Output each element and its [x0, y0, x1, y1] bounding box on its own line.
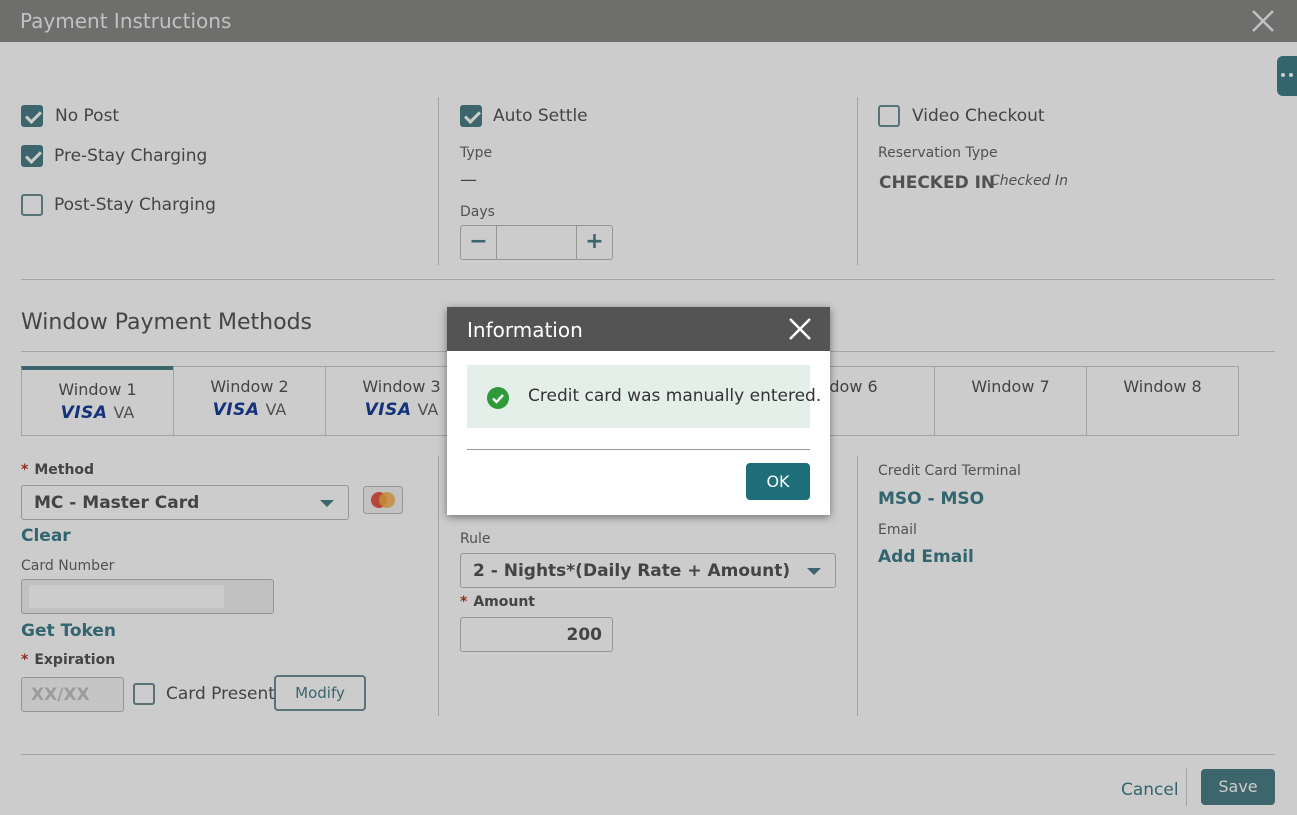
message-text: Credit card was manually entered.: [528, 386, 822, 406]
close-icon[interactable]: [788, 317, 812, 341]
ok-button[interactable]: OK: [746, 463, 810, 500]
check-circle-icon: [487, 387, 509, 409]
information-dialog: Information Credit card was manually ent…: [447, 307, 830, 515]
dialog-header: Information: [447, 307, 830, 351]
success-message: Credit card was manually entered.: [467, 365, 821, 428]
dialog-title: Information: [467, 318, 583, 342]
dialog-divider: [467, 449, 810, 450]
